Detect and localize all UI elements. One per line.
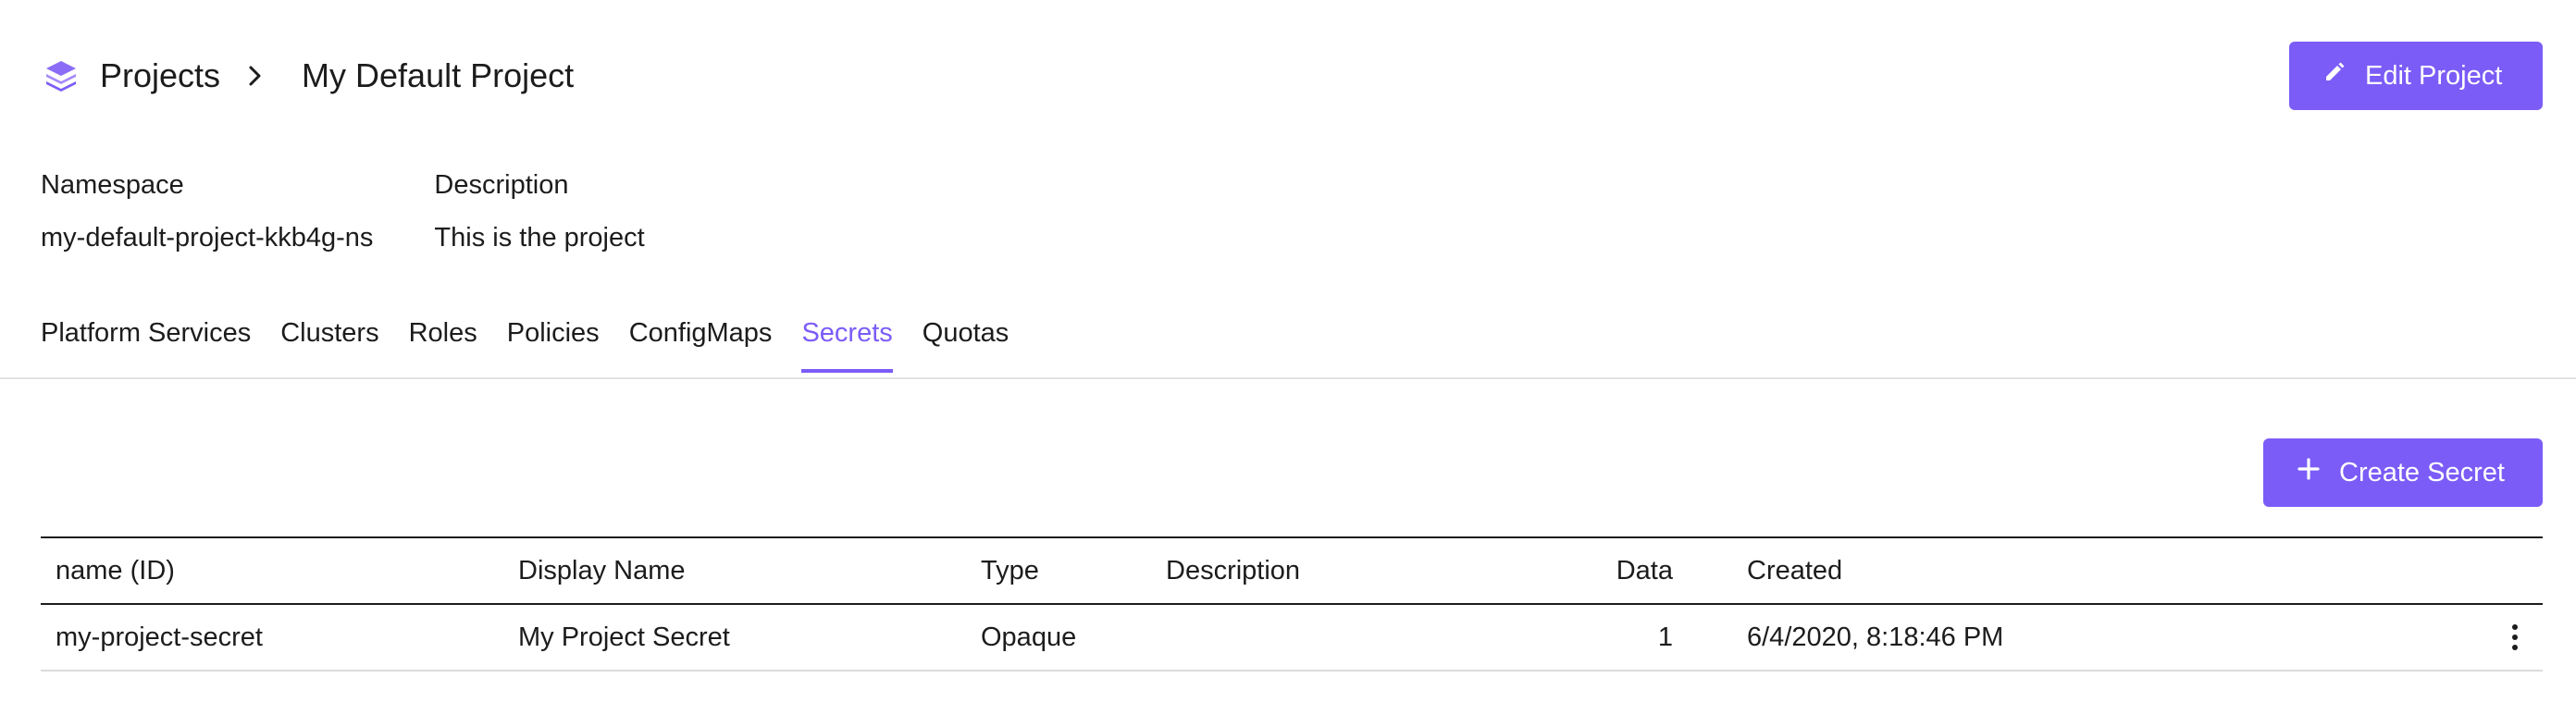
cell-type: Opaque (981, 622, 1077, 652)
cell-name[interactable]: my-project-secret (41, 622, 503, 653)
edit-project-label: Edit Project (2365, 60, 2503, 91)
tab-configmaps[interactable]: ConfigMaps (629, 318, 773, 373)
breadcrumb-current: My Default Project (302, 56, 575, 94)
project-detail-page: Projects My Default Project Edit Project… (0, 0, 2576, 727)
tab-roles[interactable]: Roles (409, 318, 477, 373)
kebab-menu-icon[interactable] (2512, 624, 2518, 650)
tab-policies[interactable]: Policies (507, 318, 600, 373)
page-header: Projects My Default Project Edit Project (41, 41, 2543, 111)
tabs-divider (0, 377, 2576, 379)
tab-clusters[interactable]: Clusters (280, 318, 378, 373)
create-secret-label: Create Secret (2339, 457, 2505, 487)
tab-platform-services[interactable]: Platform Services (41, 318, 251, 373)
cell-data: 1 (1657, 622, 1673, 652)
create-secret-button[interactable]: Create Secret (2263, 438, 2543, 507)
description-value: This is the project (434, 223, 645, 253)
column-header-description[interactable]: Description (1151, 556, 1540, 586)
table-row[interactable]: my-project-secret My Project Secret Opaq… (41, 605, 2543, 672)
table-header-row: name (ID) Display Name Type Description … (41, 538, 2543, 605)
project-tabs: Platform Services Clusters Roles Policie… (41, 318, 1009, 373)
breadcrumb: Projects My Default Project (41, 55, 574, 96)
stacked-layers-icon (41, 55, 81, 96)
tab-secrets[interactable]: Secrets (801, 318, 893, 373)
namespace-block: Namespace my-default-project-kkb4g-ns (41, 170, 373, 253)
column-header-display-name[interactable]: Display Name (503, 556, 966, 586)
column-header-created[interactable]: Created (1688, 556, 2487, 586)
column-header-type[interactable]: Type (966, 556, 1151, 586)
column-header-data[interactable]: Data (1540, 556, 1688, 586)
description-block: Description This is the project (434, 170, 644, 253)
secrets-table: name (ID) Display Name Type Description … (41, 536, 2543, 672)
namespace-value: my-default-project-kkb4g-ns (41, 223, 374, 253)
edit-project-button[interactable]: Edit Project (2289, 42, 2543, 110)
column-header-name[interactable]: name (ID) (41, 556, 503, 586)
tab-quotas[interactable]: Quotas (923, 318, 1009, 373)
description-label: Description (434, 170, 569, 200)
chevron-right-icon (241, 61, 270, 91)
breadcrumb-projects-link[interactable]: Projects (100, 56, 220, 95)
namespace-label: Namespace (41, 170, 184, 200)
pencil-icon (2322, 60, 2347, 92)
row-actions (2487, 624, 2543, 650)
plus-icon (2297, 457, 2321, 488)
project-meta: Namespace my-default-project-kkb4g-ns De… (41, 170, 645, 253)
cell-created: 6/4/2020, 8:18:46 PM (1747, 622, 2004, 652)
cell-display-name: My Project Secret (518, 622, 730, 652)
